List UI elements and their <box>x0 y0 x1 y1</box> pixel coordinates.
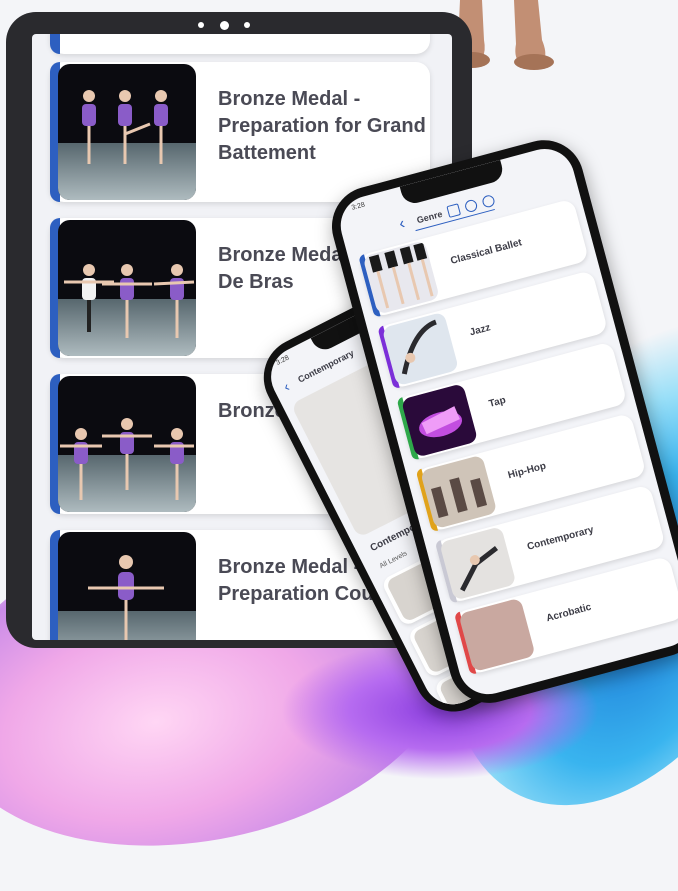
back-chevron-icon[interactable]: ‹ <box>281 378 292 394</box>
grid-view-icon[interactable] <box>446 203 462 218</box>
genre-thumbnail <box>458 597 536 673</box>
lesson-card[interactable]: Bronze Medal - Preparation for Grand Bat… <box>50 62 430 202</box>
tablet-camera-dots <box>198 18 250 32</box>
lesson-card-partial[interactable] <box>50 34 430 54</box>
card-accent <box>50 34 60 54</box>
lesson-thumbnail <box>58 376 196 512</box>
genre-thumbnail <box>381 311 460 387</box>
genre-label: Hip-Hop <box>506 460 548 482</box>
genre-label: Acrobatic <box>545 601 593 625</box>
genre-thumbnail <box>439 526 517 601</box>
genre-thumbnail <box>420 454 498 530</box>
settings-icon[interactable] <box>463 198 479 214</box>
status-time: 3:28 <box>275 354 291 367</box>
genre-label: Tap <box>487 394 508 410</box>
filter-label[interactable]: All Levels <box>379 550 409 570</box>
genre-label: Classical Ballet <box>449 237 524 267</box>
back-chevron-icon[interactable]: ‹ <box>397 215 407 234</box>
profile-icon[interactable] <box>481 193 496 209</box>
genre-thumbnail <box>400 383 479 458</box>
genre-label: Jazz <box>468 322 492 339</box>
genre-thumbnail <box>362 240 440 315</box>
lesson-thumbnail <box>58 532 196 640</box>
lesson-thumbnail <box>58 220 196 356</box>
status-time: 3:28 <box>350 201 366 212</box>
lesson-title: Bronze Medal - Preparation for Grand Bat… <box>218 88 426 164</box>
genre-label: Contemporary <box>525 524 595 553</box>
lesson-thumbnail <box>58 64 196 200</box>
